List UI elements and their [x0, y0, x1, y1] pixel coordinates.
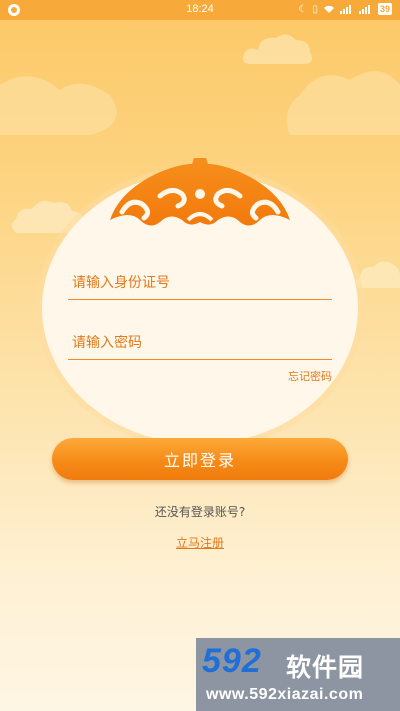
password-field[interactable] — [68, 326, 332, 360]
ornament-crown — [110, 158, 290, 226]
password-input[interactable] — [68, 334, 332, 351]
wifi-icon — [323, 5, 334, 13]
cloud-decoration — [355, 261, 400, 288]
forgot-password-link[interactable]: 忘记密码 — [288, 368, 332, 384]
moon-icon: ☾ — [298, 3, 308, 15]
watermark-number: 592 — [202, 642, 262, 680]
signal-icon — [358, 5, 370, 14]
watermark-brand: 软件园 — [286, 653, 365, 682]
id-number-field[interactable] — [68, 266, 332, 300]
register-link[interactable]: 立马注册 — [0, 534, 400, 551]
vibrate-icon: ▯ — [312, 3, 318, 15]
watermark-logo: 592 软件园 www.592xiazai.com — [196, 638, 400, 711]
watermark-url: www.592xiazai.com — [206, 686, 364, 703]
signal-icon — [339, 5, 351, 14]
battery-icon: 39 — [377, 3, 392, 15]
status-icons: ☾ ▯ 39 — [298, 3, 392, 15]
login-button[interactable]: 立即登录 — [52, 438, 348, 480]
cloud-decoration — [0, 71, 400, 135]
id-number-input[interactable] — [68, 274, 332, 291]
no-account-text: 还没有登录账号? — [154, 505, 246, 519]
status-bar: 18:24 ☾ ▯ 39 — [0, 0, 400, 20]
